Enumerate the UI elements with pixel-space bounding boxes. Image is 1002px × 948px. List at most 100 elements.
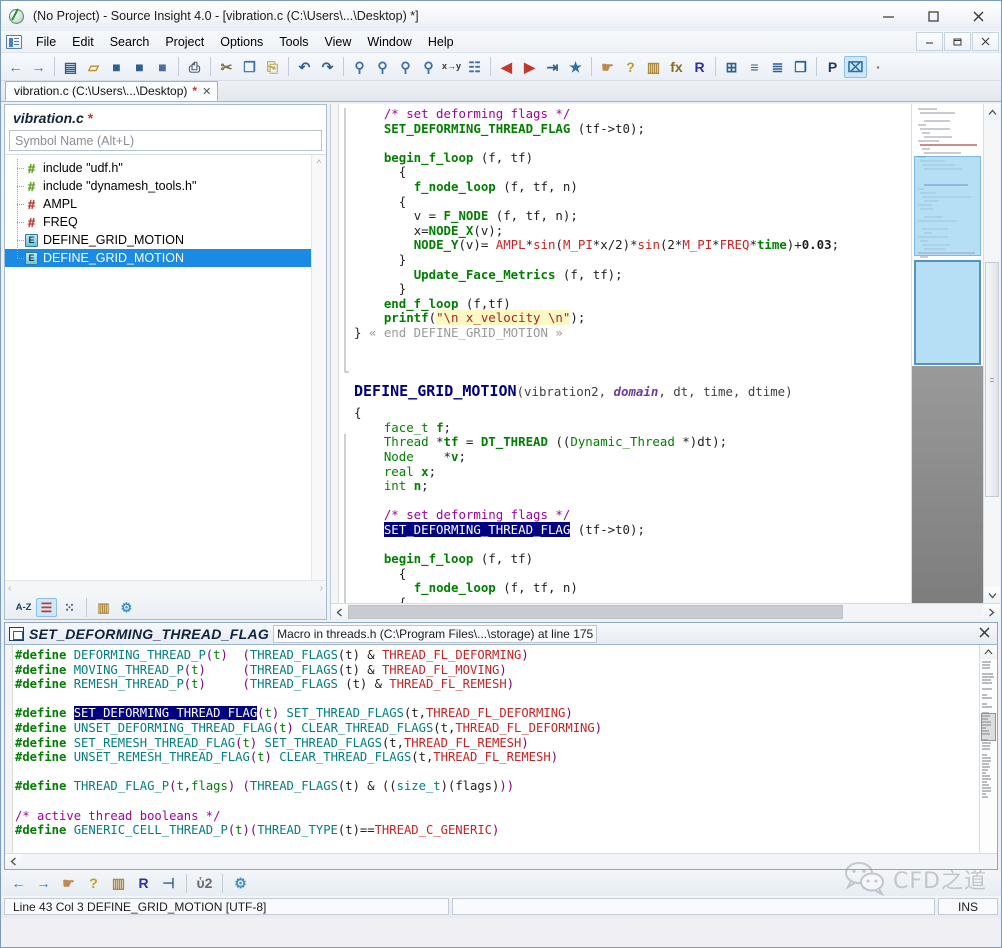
back-icon[interactable]: ← xyxy=(7,873,30,894)
editor-code-text[interactable]: /* set deforming flags */ SET_DEFORMING_… xyxy=(352,104,911,603)
menu-help[interactable]: Help xyxy=(420,33,462,51)
reference-book-icon[interactable]: ▥ xyxy=(107,873,130,894)
print-icon[interactable]: ⎙ xyxy=(183,56,206,78)
editor-vscroll-track[interactable] xyxy=(984,120,1000,587)
menu-tools[interactable]: Tools xyxy=(271,33,316,51)
reference-book-icon[interactable]: ▥ xyxy=(93,598,114,617)
replace-icon[interactable]: x→y xyxy=(440,56,463,78)
forward-icon[interactable]: → xyxy=(32,873,55,894)
indent-icon[interactable]: ⇥ xyxy=(541,56,564,78)
jump-to-definition-icon[interactable]: ☛ xyxy=(57,873,80,894)
select-region-icon[interactable]: ⌧ xyxy=(844,56,867,78)
save-all-icon[interactable]: ■ xyxy=(128,56,151,78)
context-minimap-thumb[interactable] xyxy=(981,713,996,741)
shift-right-icon[interactable]: ▶ xyxy=(518,56,541,78)
context-code-text[interactable]: #define DEFORMING_THREAD_P(t) (THREAD_FL… xyxy=(5,645,979,853)
context-hscroll-track[interactable] xyxy=(22,854,997,869)
lock-icon[interactable]: ὑ2 xyxy=(193,873,216,894)
status-insert-mode[interactable]: INS xyxy=(938,898,998,915)
mdi-restore-button[interactable] xyxy=(944,32,971,51)
menu-view[interactable]: View xyxy=(317,33,360,51)
scroll-left-icon[interactable] xyxy=(5,854,22,869)
symbol-tree-item[interactable]: EDEFINE_GRID_MOTION xyxy=(5,249,311,267)
minimize-button[interactable] xyxy=(866,1,911,31)
editor-hscrollbar[interactable] xyxy=(331,603,1000,620)
reference-book-icon[interactable]: ▥ xyxy=(642,56,665,78)
menu-file[interactable]: File xyxy=(28,33,64,51)
scroll-right-icon[interactable]: › xyxy=(320,583,323,594)
symbol-tree[interactable]: #include "udf.h"#include "dynamesh_tools… xyxy=(5,155,311,580)
search-files-icon[interactable]: ⚲ xyxy=(417,56,440,78)
settings-gear-icon[interactable]: ⚙ xyxy=(116,598,137,617)
editor-vscroll-thumb[interactable] xyxy=(985,262,999,497)
redo-icon[interactable]: ↷ xyxy=(316,56,339,78)
symbol-tree-item[interactable]: EDEFINE_GRID_MOTION xyxy=(5,231,311,249)
scroll-right-icon[interactable] xyxy=(983,604,1000,620)
minimap-viewport-box-active[interactable] xyxy=(914,260,981,365)
scroll-left-icon[interactable] xyxy=(331,604,348,620)
close-file-icon[interactable]: ■ xyxy=(151,56,174,78)
back-icon[interactable]: ← xyxy=(4,56,27,78)
cut-icon[interactable]: ✂ xyxy=(215,56,238,78)
sort-alphabetical-icon[interactable]: A-Z xyxy=(13,598,34,617)
mdi-close-button[interactable] xyxy=(972,32,999,51)
project-icon[interactable]: P xyxy=(821,56,844,78)
forward-icon[interactable]: → xyxy=(27,56,50,78)
menu-search[interactable]: Search xyxy=(102,33,158,51)
copy-icon[interactable]: ❐ xyxy=(238,56,261,78)
scroll-up-icon[interactable]: ^ xyxy=(312,155,326,170)
horizontal-split-icon[interactable]: ≡ xyxy=(743,56,766,78)
minimap-viewport-box-1[interactable] xyxy=(914,156,981,256)
undo-icon[interactable]: ↶ xyxy=(293,56,316,78)
scroll-up-icon[interactable] xyxy=(984,104,1000,120)
editor-fold-margin[interactable] xyxy=(339,104,352,603)
search-icon[interactable]: ⚲ xyxy=(348,56,371,78)
scroll-down-icon[interactable] xyxy=(984,587,1000,603)
context-minimap[interactable] xyxy=(979,645,997,853)
vertical-split-icon[interactable]: ≣ xyxy=(766,56,789,78)
document-tab-close-icon[interactable]: ✕ xyxy=(202,85,211,98)
jump-to-definition-icon[interactable]: ☛ xyxy=(596,56,619,78)
editor-vscrollbar[interactable] xyxy=(983,104,1000,603)
close-button[interactable] xyxy=(956,1,1001,31)
cascade-windows-icon[interactable]: ❐ xyxy=(789,56,812,78)
symbol-types-icon[interactable]: ⁙ xyxy=(59,598,80,617)
relation-window-icon[interactable]: R xyxy=(688,56,711,78)
editor-hscroll-track[interactable] xyxy=(348,604,983,620)
mdi-minimize-button[interactable] xyxy=(916,32,943,51)
menu-options[interactable]: Options xyxy=(212,33,271,51)
collapse-icon[interactable]: ⊣ xyxy=(157,873,180,894)
symbol-info-icon[interactable]: ? xyxy=(82,873,105,894)
function-icon[interactable]: fx xyxy=(665,56,688,78)
settings-gear-icon[interactable]: ⚙ xyxy=(229,873,252,894)
search-forward-icon[interactable]: ⚲ xyxy=(394,56,417,78)
new-file-icon[interactable]: ▤ xyxy=(59,56,82,78)
scroll-left-icon[interactable]: ‹ xyxy=(8,583,11,594)
menu-project[interactable]: Project xyxy=(157,33,212,51)
symbol-tree-item[interactable]: #AMPL xyxy=(5,195,311,213)
paste-icon[interactable]: ⎘ xyxy=(261,56,284,78)
bookmark-icon[interactable]: ★ xyxy=(564,56,587,78)
outline-list-icon[interactable]: ☰ xyxy=(36,598,57,617)
more-icon[interactable]: · xyxy=(867,56,890,78)
shift-left-icon[interactable]: ◀ xyxy=(495,56,518,78)
context-close-icon[interactable] xyxy=(979,626,990,641)
symbol-tree-item[interactable]: #include "udf.h" xyxy=(5,159,311,177)
tile-windows-icon[interactable]: ⊞ xyxy=(720,56,743,78)
symbol-info-icon[interactable]: ? xyxy=(619,56,642,78)
mdi-document-icon[interactable] xyxy=(6,35,22,49)
relation-window-icon[interactable]: R xyxy=(132,873,155,894)
symbol-tree-vscrollbar[interactable]: ^ xyxy=(311,155,326,580)
save-icon[interactable]: ■ xyxy=(105,56,128,78)
menu-window[interactable]: Window xyxy=(359,33,419,51)
document-tab-vibration-c[interactable]: vibration.c (C:\Users\...\Desktop) * ✕ xyxy=(5,81,218,101)
symbol-tree-item[interactable]: #FREQ xyxy=(5,213,311,231)
browse-web-icon[interactable]: ☷ xyxy=(463,56,486,78)
editor-minimap[interactable] xyxy=(911,104,983,603)
editor-hscroll-thumb[interactable] xyxy=(348,605,843,619)
scroll-up-icon[interactable] xyxy=(980,645,997,659)
symbol-tree-hscrollbar[interactable]: ‹ › xyxy=(5,580,326,596)
context-hscrollbar[interactable] xyxy=(5,853,997,869)
symbol-search-input[interactable]: Symbol Name (Alt+L) xyxy=(9,130,322,151)
open-folder-icon[interactable]: ▱ xyxy=(82,56,105,78)
